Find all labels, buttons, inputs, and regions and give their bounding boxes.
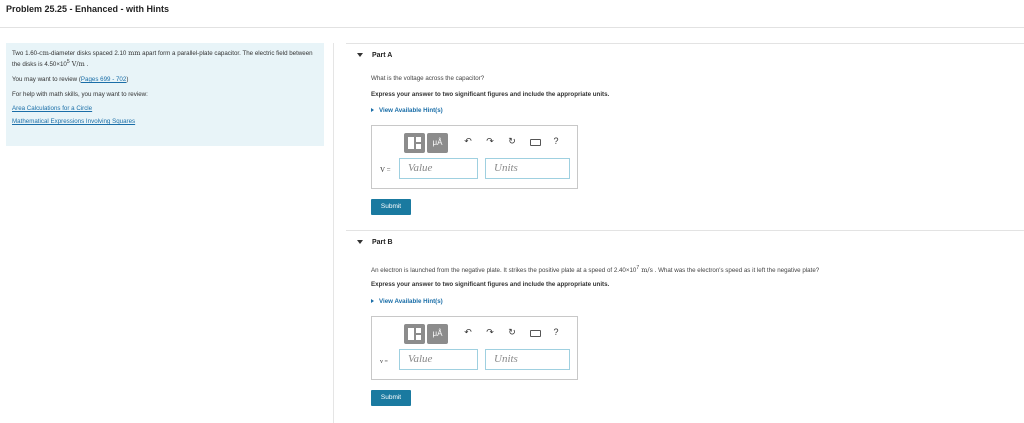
variable-label-v: v = bbox=[380, 359, 388, 365]
value-input[interactable]: Value bbox=[399, 349, 478, 370]
redo-icon[interactable]: ↷ bbox=[484, 136, 496, 147]
part-b-divider bbox=[346, 230, 1024, 231]
expand-triangle-icon bbox=[371, 108, 374, 112]
reset-icon[interactable]: ↻ bbox=[506, 136, 518, 147]
column-divider bbox=[333, 43, 334, 423]
units-input[interactable]: Units bbox=[485, 349, 570, 370]
reset-icon[interactable]: ↻ bbox=[506, 327, 518, 338]
area-calculations-link[interactable]: Area Calculations for a Circle bbox=[12, 105, 318, 112]
redo-icon[interactable]: ↷ bbox=[484, 327, 496, 338]
part-b-question: An electron is launched from the negativ… bbox=[371, 265, 820, 275]
collapse-caret-icon bbox=[357, 53, 363, 58]
templates-icon[interactable] bbox=[404, 133, 425, 153]
templates-icon[interactable] bbox=[404, 324, 425, 344]
part-b-submit-button[interactable]: Submit bbox=[371, 390, 411, 406]
part-b-answer-box: μÅ ↶ ↷ ↻ ? v = Value Units bbox=[371, 316, 578, 380]
part-b-hint-link[interactable]: View Available Hint(s) bbox=[371, 298, 443, 305]
part-a-submit-button[interactable]: Submit bbox=[371, 199, 411, 215]
title-divider bbox=[0, 27, 1024, 28]
part-b-instruction: Express your answer to two significant f… bbox=[371, 281, 610, 288]
part-a-answer-box: μÅ ↶ ↷ ↻ ? V = Value Units bbox=[371, 125, 578, 189]
keyboard-icon[interactable] bbox=[530, 139, 541, 146]
units-icon[interactable]: μÅ bbox=[427, 133, 448, 153]
undo-icon[interactable]: ↶ bbox=[462, 327, 474, 338]
part-a-header[interactable]: Part A bbox=[357, 52, 392, 59]
review-pages-link[interactable]: Pages 699 - 702 bbox=[81, 76, 126, 83]
part-a-instruction: Express your answer to two significant f… bbox=[371, 91, 610, 98]
help-icon[interactable]: ? bbox=[550, 327, 562, 337]
part-b-header[interactable]: Part B bbox=[357, 239, 393, 246]
value-input[interactable]: Value bbox=[399, 158, 478, 179]
part-a-hint-link[interactable]: View Available Hint(s) bbox=[371, 107, 443, 114]
help-text: For help with math skills, you may want … bbox=[12, 91, 148, 99]
keyboard-icon[interactable] bbox=[530, 330, 541, 337]
units-icon[interactable]: μÅ bbox=[427, 324, 448, 344]
help-icon[interactable]: ? bbox=[550, 136, 562, 146]
problem-intro: Two 1.60-cm-diameter disks spaced 2.10 m… bbox=[6, 43, 324, 146]
units-input[interactable]: Units bbox=[485, 158, 570, 179]
problem-statement: Two 1.60-cm-diameter disks spaced 2.10 m… bbox=[12, 49, 313, 69]
variable-label-v: V = bbox=[380, 166, 391, 174]
math-expressions-link[interactable]: Mathematical Expressions Involving Squar… bbox=[12, 118, 318, 125]
part-a-question: What is the voltage across the capacitor… bbox=[371, 75, 485, 82]
review-text: You may want to review (Pages 699 - 702) bbox=[12, 76, 129, 84]
collapse-caret-icon bbox=[357, 240, 363, 245]
undo-icon[interactable]: ↶ bbox=[462, 136, 474, 147]
problem-title: Problem 25.25 - Enhanced - with Hints bbox=[6, 4, 170, 14]
part-a-divider bbox=[346, 43, 1024, 44]
expand-triangle-icon bbox=[371, 299, 374, 303]
